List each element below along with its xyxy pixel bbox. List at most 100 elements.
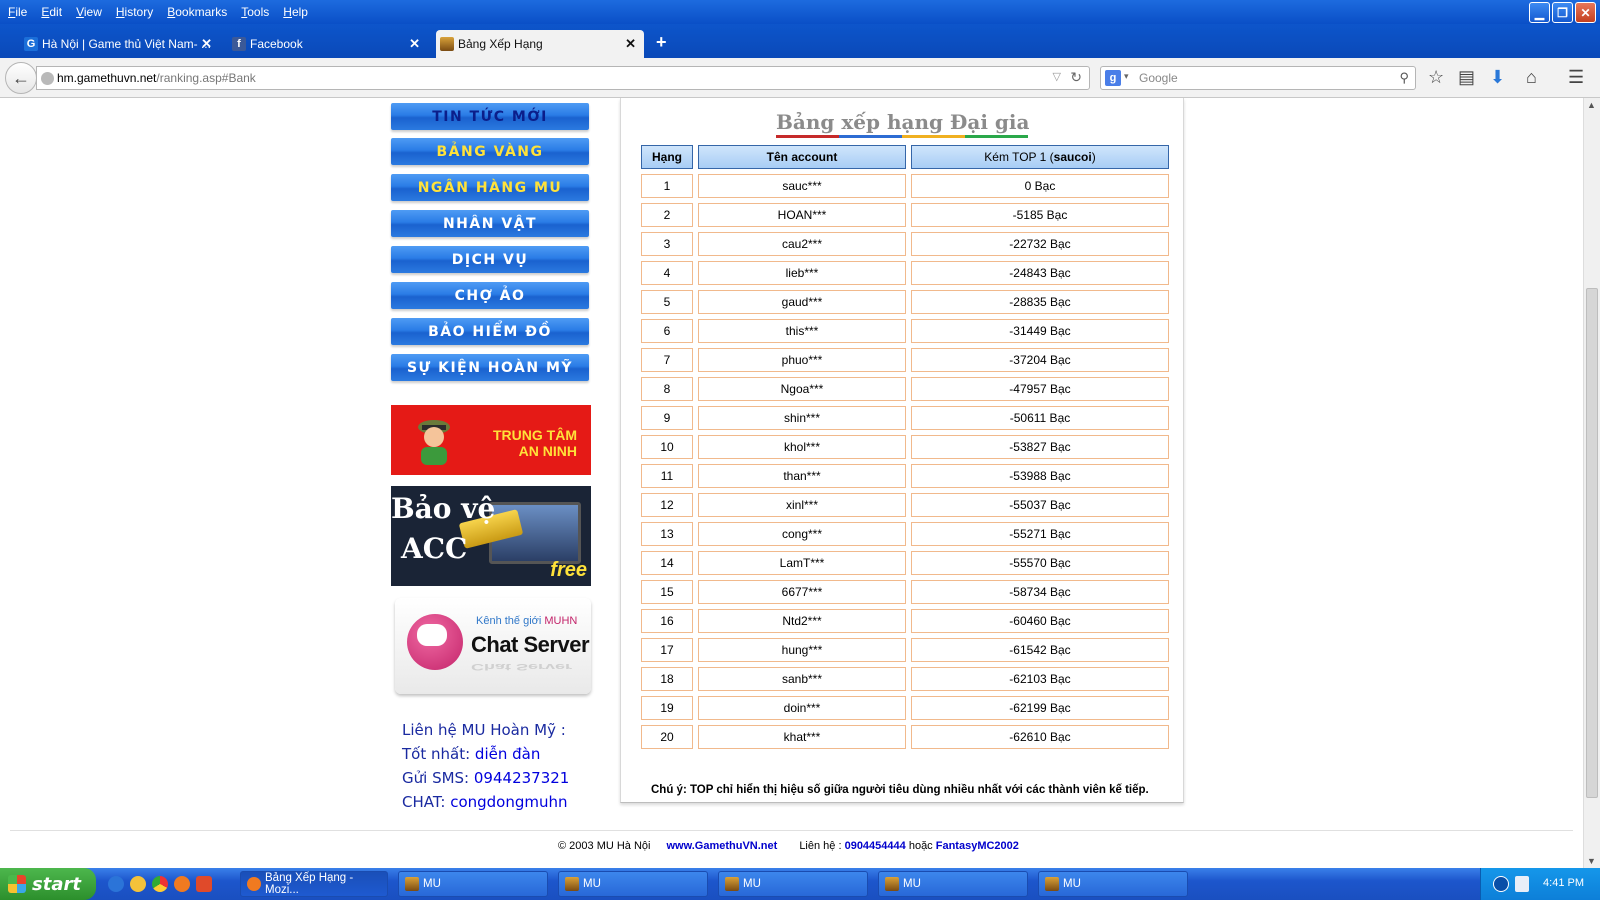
app-quicklaunch-icon[interactable] [196,876,212,892]
table-row: 17 hung*** -61542 Bạc [641,638,1169,662]
engine-dropdown-icon[interactable]: ▾ [1124,71,1129,82]
chrome-quicklaunch-icon[interactable] [152,876,168,892]
task-mu-5[interactable]: MU [1038,871,1188,897]
scroll-thumb[interactable] [1586,288,1598,798]
table-row: 8 Ngoa*** -47957 Bạc [641,377,1169,401]
menu-file[interactable]: File [8,5,27,19]
chat-banner-reflection: Chat Server [471,661,573,672]
account-cell: Ngoa*** [698,377,906,401]
bookmarks-list-icon[interactable]: ▤ [1458,67,1475,88]
menu-bao-hiem-do[interactable]: BẢO HIỂM ĐỒ [391,318,589,345]
minimize-icon[interactable]: ▁ [1529,2,1550,23]
scroll-up-arrow-icon[interactable]: ▲ [1587,100,1596,110]
account-cell: than*** [698,464,906,488]
menu-nhan-vat[interactable]: NHÂN VẬT [391,210,589,237]
task-mu-2[interactable]: MU [558,871,708,897]
footer-phone[interactable]: 0904454444 [845,840,906,852]
table-row: 15 6677*** -58734 Bạc [641,580,1169,604]
sms-number[interactable]: 0944237321 [474,769,569,787]
menu-cho-ao[interactable]: CHỢ ẢO [391,282,589,309]
account-cell: HOAN*** [698,203,906,227]
security-banner-line2: AN NINH [518,443,577,459]
table-row: 20 khat*** -62610 Bạc [641,725,1169,749]
ie-quicklaunch-icon[interactable] [108,876,124,892]
chat-handle-link[interactable]: congdongmuhn [450,793,567,811]
rank-cell: 17 [641,638,693,662]
gap-cell: -47957 Bạc [911,377,1169,401]
menu-tools[interactable]: Tools [241,5,269,19]
rank-cell: 6 [641,319,693,343]
firefox-quicklaunch-icon[interactable] [174,876,190,892]
task-mu-1[interactable]: MU [398,871,548,897]
history-dropdown-icon[interactable]: ▽ [1053,70,1061,83]
download-arrow-icon[interactable]: ⬇ [1490,67,1505,88]
tray-app-icon[interactable] [1515,876,1529,892]
messenger-quicklaunch-icon[interactable] [130,876,146,892]
scroll-down-arrow-icon[interactable]: ▼ [1587,856,1596,866]
new-tab-plus-icon[interactable]: + [656,32,667,53]
magnifier-icon[interactable]: ⚲ [1399,70,1409,86]
reload-icon[interactable]: ↻ [1070,69,1082,86]
menu-ngan-hang-mu[interactable]: NGÂN HÀNG MU [391,174,589,201]
speech-bubble-icon [417,624,447,646]
gap-cell: -55271 Bạc [911,522,1169,546]
menu-edit[interactable]: Edit [41,5,62,19]
menu-tin-tuc-moi[interactable]: TIN TỨC MỚI [391,103,589,130]
globe-icon [41,72,54,85]
account-cell: 6677*** [698,580,906,604]
table-row: 16 Ntd2*** -60460 Bạc [641,609,1169,633]
account-cell: lieb*** [698,261,906,285]
footer-alt-contact[interactable]: FantasyMC2002 [936,840,1019,852]
table-row: 1 sauc*** 0 Bạc [641,174,1169,198]
mu-game-icon [885,877,899,891]
table-row: 12 xinl*** -55037 Bạc [641,493,1169,517]
tab-facebook[interactable]: f Facebook ✕ [228,30,428,58]
url-bar[interactable]: hm.gamethuvn.net/ranking.asp#Bank ▽ ↻ [36,66,1090,90]
menu-su-kien-hoan-my[interactable]: SỰ KIỆN HOÀN MỸ [391,354,589,381]
close-tab-icon[interactable]: ✕ [625,36,636,52]
taskbar-clock: 4:41 PM [1543,877,1584,889]
menu-history[interactable]: History [116,5,153,19]
back-arrow-icon[interactable]: ← [5,62,37,94]
tab-ranking[interactable]: Bảng Xếp Hạng ✕ [436,30,644,58]
menu-bang-vang[interactable]: BẢNG VÀNG [391,138,589,165]
task-firefox[interactable]: Bảng Xếp Hạng - Mozi... [240,871,388,897]
restore-icon[interactable]: ❐ [1552,2,1573,23]
footer-site-link[interactable]: www.GamethuVN.net [666,840,777,852]
menu-bookmarks[interactable]: Bookmarks [167,5,227,19]
table-row: 13 cong*** -55271 Bạc [641,522,1169,546]
gap-cell: -62103 Bạc [911,667,1169,691]
table-row: 19 doin*** -62199 Bạc [641,696,1169,720]
search-box[interactable]: g ▾ Google ⚲ [1100,66,1416,90]
bookmark-star-icon[interactable]: ☆ [1428,67,1444,88]
chat-server-banner[interactable]: Kênh thế giới MUHN Chat Server Chat Serv… [395,598,591,694]
rank-cell: 2 [641,203,693,227]
close-window-icon[interactable]: ✕ [1575,2,1596,23]
rank-cell: 11 [641,464,693,488]
tab-gamethuvn[interactable]: G Hà Nội | Game thủ Việt Nam- ... ✕ [20,30,220,58]
task-mu-3[interactable]: MU [718,871,868,897]
forum-link[interactable]: diễn đàn [475,745,540,763]
table-row: 9 shin*** -50611 Bạc [641,406,1169,430]
rank-cell: 3 [641,232,693,256]
account-cell: shin*** [698,406,906,430]
security-center-banner[interactable]: TRUNG TÂM AN NINH [391,405,591,475]
home-icon[interactable]: ⌂ [1526,67,1537,88]
tray-expand-icon[interactable] [1493,876,1509,892]
menu-view[interactable]: View [76,5,102,19]
task-label: MU [1063,878,1081,890]
close-tab-icon[interactable]: ✕ [409,36,420,52]
task-mu-4[interactable]: MU [878,871,1028,897]
menu-dich-vu[interactable]: DỊCH VỤ [391,246,589,273]
account-protection-banner[interactable]: Bảo vệ ACC free [391,486,591,586]
vertical-scrollbar[interactable]: ▲ ▼ [1583,98,1600,868]
gap-cell: -62199 Bạc [911,696,1169,720]
footer-or: hoặc [908,840,933,852]
menu-help[interactable]: Help [283,5,308,19]
account-cell: cong*** [698,522,906,546]
hamburger-menu-icon[interactable]: ☰ [1568,67,1584,88]
close-tab-icon[interactable]: ✕ [201,36,212,52]
start-button[interactable]: start [0,868,96,900]
site-g-icon: G [24,37,38,51]
google-icon[interactable]: g [1105,70,1121,86]
